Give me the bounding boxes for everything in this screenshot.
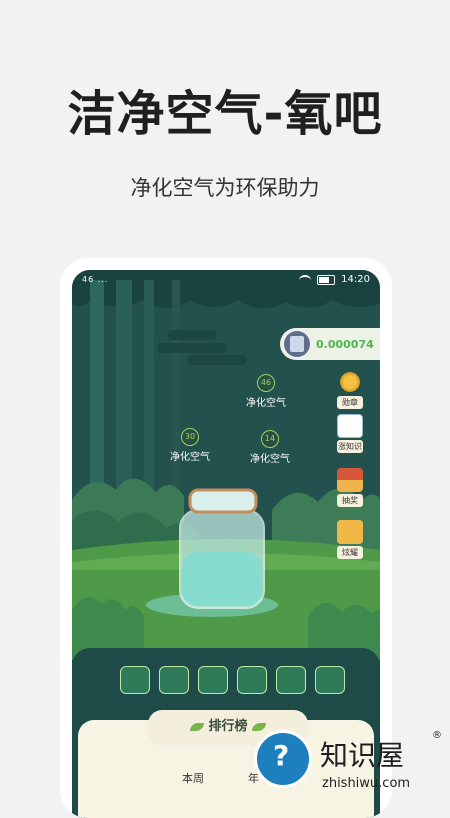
lottery-label: 抽奖	[337, 494, 363, 507]
knowledge-button[interactable]: 涨知识	[337, 414, 363, 453]
gift-icon	[337, 520, 363, 544]
oxygen-score: 0.000074	[316, 337, 374, 351]
profile-pill[interactable]: 0.000074	[280, 328, 380, 360]
bubble-value: 14	[261, 430, 279, 448]
air-bubble[interactable]: 30 净化空气	[170, 428, 210, 463]
bubble-value: 46	[257, 374, 275, 392]
bubble-label: 净化空气	[170, 452, 210, 463]
achievement-badge-icon[interactable]	[120, 666, 150, 694]
medal-label: 勋章	[337, 396, 363, 409]
medal-icon	[337, 370, 363, 394]
achievement-badge-icon[interactable]	[276, 666, 306, 694]
ranking-title: 排行榜	[208, 719, 248, 734]
registered-mark: ®	[432, 730, 442, 741]
clock: 14:20	[341, 274, 370, 285]
signal-indicator: 46 ...	[82, 275, 109, 284]
show-off-button[interactable]: 炫耀	[337, 520, 363, 559]
book-icon	[337, 414, 363, 438]
watermark-brand: 知识屋	[320, 739, 405, 772]
medal-button[interactable]: 勋章	[337, 370, 363, 409]
tree-trunk	[172, 280, 180, 520]
avatar[interactable]	[284, 331, 310, 357]
knowledge-label: 涨知识	[337, 440, 363, 453]
status-bar: 46 ... 14:20	[72, 270, 380, 292]
tab-week[interactable]: 本周	[182, 770, 204, 786]
wifi-icon	[299, 274, 312, 285]
lottery-icon	[337, 468, 363, 492]
achievement-badge-icon[interactable]	[315, 666, 345, 694]
lottery-button[interactable]: 抽奖	[337, 468, 363, 507]
jar-water	[182, 552, 262, 606]
bubble-value: 30	[181, 428, 199, 446]
achievement-badge-icon[interactable]	[198, 666, 228, 694]
achievement-badge-icon[interactable]	[237, 666, 267, 694]
air-bubble[interactable]: 46 净化空气	[246, 374, 286, 409]
achievement-row	[120, 666, 345, 694]
achievement-badge-icon[interactable]	[159, 666, 189, 694]
air-bubble[interactable]: 14 净化空气	[250, 430, 290, 465]
help-badge-icon	[254, 730, 312, 788]
watermark-url: zhishiwu.com	[322, 776, 411, 791]
watermark: 知识屋 ® zhishiwu.com	[250, 728, 450, 800]
promo-headline: 洁净空气-氧吧	[67, 86, 383, 142]
bubble-label: 净化空气	[246, 398, 286, 409]
promo-subtitle: 净化空气为环保助力	[130, 176, 320, 200]
leaf-icon	[190, 722, 205, 731]
battery-icon	[317, 274, 336, 285]
show-off-label: 炫耀	[337, 546, 363, 559]
jar-lid	[188, 488, 258, 514]
bubble-label: 净化空气	[250, 454, 290, 465]
